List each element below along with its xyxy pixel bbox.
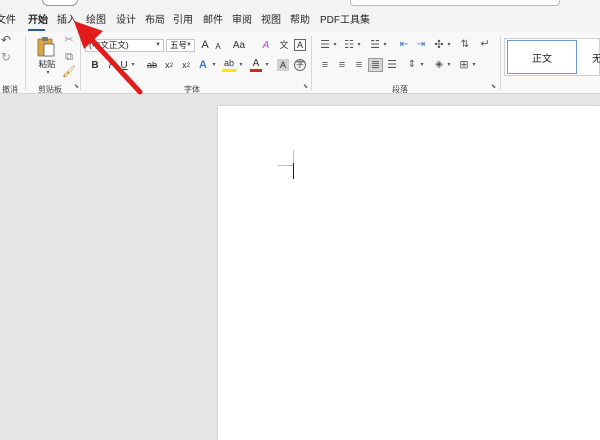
font-size-value: 五号 bbox=[170, 40, 188, 50]
style-no-spacing-label: 无 bbox=[592, 53, 600, 65]
tab-file[interactable]: 文件 bbox=[0, 15, 16, 27]
subscript-mark: 2 bbox=[169, 62, 173, 69]
italic-button[interactable]: I bbox=[105, 59, 115, 72]
dialog-launcher-icon[interactable]: ⬊ bbox=[491, 84, 497, 90]
tab-help[interactable]: 帮助 bbox=[290, 15, 310, 27]
bold-button[interactable]: B bbox=[89, 59, 101, 72]
align-right-icon[interactable]: ≡ bbox=[353, 59, 365, 71]
underline-button[interactable]: U bbox=[118, 59, 130, 72]
group-separator bbox=[25, 36, 26, 90]
format-painter-icon[interactable]: 🖌 bbox=[62, 66, 76, 78]
chevron-down-icon[interactable]: ▾ bbox=[471, 62, 477, 68]
char-shading-button[interactable]: A bbox=[277, 59, 289, 71]
margin-corner-mark bbox=[278, 165, 293, 166]
shading-icon[interactable]: ◈ bbox=[433, 59, 445, 71]
tab-design[interactable]: 设计 bbox=[116, 15, 136, 27]
chevron-down-icon[interactable]: ▾ bbox=[356, 42, 362, 48]
clear-format-button[interactable]: A bbox=[260, 39, 272, 52]
tab-layout[interactable]: 布局 bbox=[145, 15, 165, 27]
dialog-launcher-icon[interactable]: ⬊ bbox=[303, 84, 309, 90]
title-bar bbox=[0, 0, 600, 9]
numbering-icon[interactable]: ☷ bbox=[343, 39, 355, 51]
distributed-icon[interactable]: ☰ bbox=[386, 59, 398, 71]
text-cursor bbox=[293, 163, 294, 179]
text-effect-button[interactable]: A bbox=[197, 58, 209, 72]
style-normal[interactable]: 正文 bbox=[507, 40, 577, 74]
chinese-layout-icon[interactable]: ✣ bbox=[433, 39, 445, 51]
increase-indent-icon[interactable]: ⇥ bbox=[415, 39, 427, 51]
chevron-down-icon[interactable]: ▾ bbox=[446, 42, 452, 48]
highlight-button[interactable]: ab bbox=[222, 58, 236, 72]
tab-pdf-tools[interactable]: PDF工具集 bbox=[320, 15, 370, 27]
justify-icon[interactable]: ≣ bbox=[368, 58, 383, 72]
char-border-button[interactable]: A bbox=[294, 39, 306, 51]
superscript-mark: 2 bbox=[186, 62, 190, 69]
align-left-icon[interactable]: ≡ bbox=[319, 59, 331, 71]
chevron-down-icon[interactable]: ▾ bbox=[382, 42, 388, 48]
tab-draw[interactable]: 绘图 bbox=[86, 15, 106, 27]
font-name-value: (中文正文) bbox=[89, 40, 129, 50]
phonetic-guide-button[interactable]: 文 bbox=[278, 39, 290, 52]
chevron-down-icon[interactable]: ▾ bbox=[238, 62, 244, 68]
enclose-char-button[interactable]: 字 bbox=[294, 59, 306, 71]
chevron-down-icon: ▼ bbox=[155, 42, 161, 48]
chevron-down-icon: ▼ bbox=[186, 42, 192, 48]
align-center-icon[interactable]: ≡ bbox=[336, 59, 348, 71]
copy-icon[interactable]: ⧉ bbox=[63, 51, 75, 63]
tab-mailings[interactable]: 邮件 bbox=[203, 15, 223, 27]
redo-icon[interactable]: ↻ bbox=[0, 51, 12, 63]
styles-gallery: 正文 无 bbox=[504, 38, 600, 76]
group-separator bbox=[311, 36, 312, 90]
shrink-font-button[interactable]: A bbox=[213, 41, 223, 52]
chevron-down-icon[interactable]: ▾ bbox=[44, 70, 52, 76]
paste-button[interactable] bbox=[34, 35, 58, 59]
borders-icon[interactable]: ⊞ bbox=[458, 59, 470, 71]
change-case-button[interactable]: Aa bbox=[231, 39, 247, 52]
font-name-combo[interactable]: (中文正文) ▼ bbox=[85, 39, 164, 52]
tab-home[interactable]: 开始 bbox=[28, 15, 48, 27]
tab-references[interactable]: 引用 bbox=[173, 15, 193, 27]
active-tab-indicator bbox=[28, 29, 45, 31]
tab-insert[interactable]: 插入 bbox=[57, 15, 77, 27]
font-color-button[interactable]: A bbox=[250, 58, 262, 72]
strikethrough-button[interactable]: ab bbox=[145, 59, 159, 72]
superscript-button[interactable]: x2 bbox=[181, 59, 191, 72]
group-separator bbox=[80, 36, 81, 90]
show-marks-icon[interactable]: ↵ bbox=[479, 38, 491, 50]
tab-review[interactable]: 审阅 bbox=[232, 15, 252, 27]
tab-view[interactable]: 视图 bbox=[261, 15, 281, 27]
subscript-button[interactable]: x2 bbox=[164, 59, 174, 72]
undo-icon[interactable]: ↶ bbox=[0, 34, 12, 46]
paste-label[interactable]: 粘贴 bbox=[36, 59, 58, 69]
group-separator bbox=[500, 36, 501, 90]
chevron-down-icon[interactable]: ▾ bbox=[446, 62, 452, 68]
style-no-spacing[interactable]: 无 bbox=[587, 40, 600, 74]
clipboard-icon bbox=[37, 37, 55, 57]
search-box[interactable] bbox=[350, 0, 560, 6]
chevron-down-icon[interactable]: ▾ bbox=[130, 62, 136, 68]
ribbon-tab-bar: 文件 开始 插入 绘图 设计 布局 引用 邮件 审阅 视图 帮助 PDF工具集 bbox=[0, 9, 600, 32]
style-normal-label: 正文 bbox=[532, 53, 552, 65]
autosave-toggle[interactable] bbox=[42, 0, 78, 6]
document-page[interactable] bbox=[218, 106, 600, 440]
chevron-down-icon[interactable]: ▾ bbox=[332, 42, 338, 48]
chevron-down-icon[interactable]: ▾ bbox=[264, 62, 270, 68]
decrease-indent-icon[interactable]: ⇤ bbox=[398, 39, 410, 51]
line-spacing-icon[interactable]: ⇕ bbox=[406, 59, 418, 71]
multilevel-list-icon[interactable]: ☱ bbox=[369, 39, 381, 51]
scissors-icon[interactable]: ✂ bbox=[63, 34, 75, 46]
font-size-combo[interactable]: 五号 ▼ bbox=[166, 39, 195, 52]
sort-icon[interactable]: ⇅ bbox=[459, 39, 471, 51]
grow-font-button[interactable]: A bbox=[199, 39, 211, 52]
chevron-down-icon[interactable]: ▾ bbox=[419, 62, 425, 68]
chevron-down-icon[interactable]: ▾ bbox=[211, 62, 217, 68]
bullets-icon[interactable]: ☰ bbox=[319, 39, 331, 51]
